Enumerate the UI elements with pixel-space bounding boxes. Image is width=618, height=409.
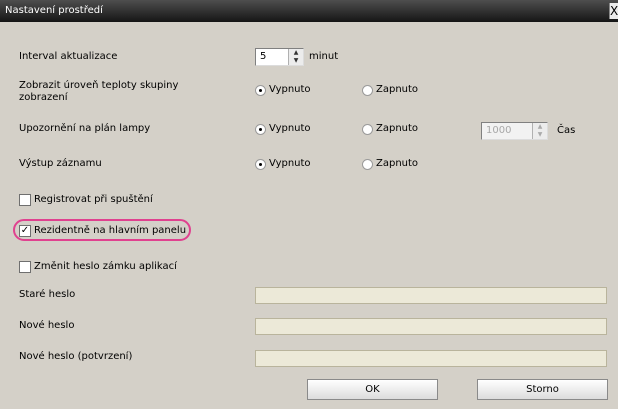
resident-taskbar-checkbox[interactable]: ✓ Rezidentně na hlavním panelu	[19, 225, 191, 237]
interval-unit: minut	[309, 51, 339, 62]
lamp-plan-off-label: Vypnuto	[269, 123, 311, 134]
interval-spin-buttons[interactable]: ▲ ▼	[288, 49, 303, 65]
spin-down-icon[interactable]: ▼	[289, 57, 303, 65]
spin-down-icon[interactable]: ▼	[533, 131, 547, 139]
register-startup-label: Registrovat při spuštění	[34, 194, 153, 205]
radio-selected-icon	[255, 85, 266, 96]
checkbox-unchecked-icon	[19, 194, 31, 206]
checkbox-unchecked-icon	[19, 261, 31, 273]
log-output-off-label: Vypnuto	[269, 158, 311, 169]
interval-value[interactable]: 5	[260, 50, 266, 63]
group-temp-off-label: Vypnuto	[269, 84, 311, 95]
log-output-off-radio[interactable]: Vypnuto	[255, 158, 335, 170]
lamp-hours-value[interactable]: 1000	[486, 124, 511, 137]
log-output-on-radio[interactable]: Zapnuto	[362, 158, 442, 170]
checkbox-checked-icon: ✓	[19, 225, 31, 237]
group-temp-on-label: Zapnuto	[376, 84, 419, 95]
ok-button[interactable]: OK	[307, 379, 438, 400]
log-output-label: Výstup záznamu	[19, 158, 102, 169]
lamp-hours-spin-buttons[interactable]: ▲ ▼	[532, 123, 547, 139]
register-startup-checkbox[interactable]: Registrovat při spuštění	[19, 194, 199, 206]
radio-unselected-icon	[362, 124, 373, 135]
window-title: Nastavení prostředí	[5, 5, 103, 16]
spin-up-icon[interactable]: ▲	[289, 49, 303, 57]
cancel-button[interactable]: Storno	[477, 379, 608, 400]
spin-up-icon[interactable]: ▲	[533, 123, 547, 131]
radio-unselected-icon	[362, 159, 373, 170]
radio-unselected-icon	[362, 85, 373, 96]
group-temp-on-radio[interactable]: Zapnuto	[362, 84, 442, 96]
lamp-plan-off-radio[interactable]: Vypnuto	[255, 123, 335, 135]
title-bar[interactable]: Nastavení prostředí X	[0, 0, 618, 22]
settings-dialog: Nastavení prostředí X Interval aktualiza…	[0, 0, 618, 409]
old-password-field[interactable]	[255, 287, 607, 304]
new-password-field[interactable]	[255, 318, 607, 335]
radio-selected-icon	[255, 159, 266, 170]
interval-spinner[interactable]: 5 ▲ ▼	[255, 48, 304, 66]
lamp-hours-spinner[interactable]: 1000 ▲ ▼	[481, 122, 548, 140]
lamp-plan-on-radio[interactable]: Zapnuto	[362, 123, 442, 135]
change-lock-password-label: Změnit heslo zámku aplikací	[34, 261, 177, 272]
lamp-plan-on-label: Zapnuto	[376, 123, 419, 134]
lamp-hours-unit: Čas	[557, 125, 576, 136]
resident-taskbar-label: Rezidentně na hlavním panelu	[34, 225, 187, 236]
group-temp-label: Zobrazit úroveň teploty skupiny zobrazen…	[19, 80, 179, 103]
group-temp-off-radio[interactable]: Vypnuto	[255, 84, 335, 96]
confirm-password-label: Nové heslo (potvrzení)	[19, 351, 133, 362]
radio-selected-icon	[255, 124, 266, 135]
interval-label: Interval aktualizace	[19, 51, 118, 62]
lamp-plan-label: Upozornění na plán lampy	[19, 123, 151, 134]
confirm-password-field[interactable]	[255, 350, 607, 367]
change-lock-password-checkbox[interactable]: Změnit heslo zámku aplikací	[19, 261, 199, 273]
close-button[interactable]: X	[609, 3, 618, 19]
log-output-on-label: Zapnuto	[376, 158, 419, 169]
old-password-label: Staré heslo	[19, 289, 76, 300]
new-password-label: Nové heslo	[19, 320, 75, 331]
